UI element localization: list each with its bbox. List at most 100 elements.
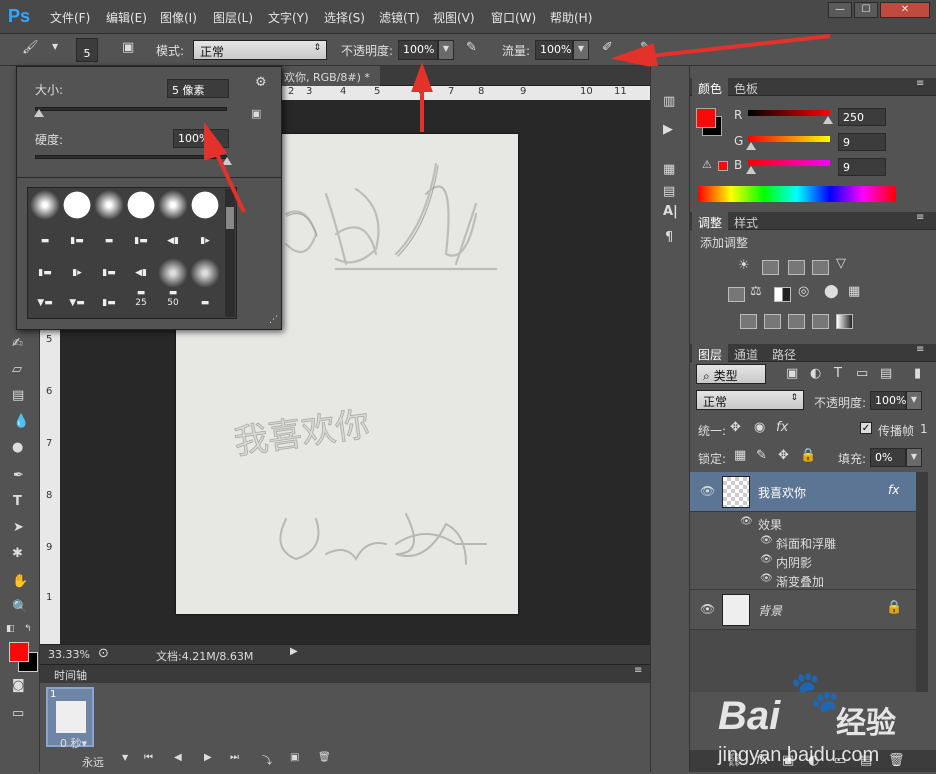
pressure-opacity-icon[interactable]: ✎ <box>466 40 477 55</box>
g-slider[interactable] <box>748 136 830 142</box>
flow-dropdown-icon[interactable]: ▼ <box>573 40 589 60</box>
r-input[interactable]: 250 <box>838 108 886 126</box>
resize-grip-icon[interactable]: ⋰ <box>269 315 278 325</box>
b-input[interactable]: 9 <box>838 158 886 176</box>
panel-menu-icon[interactable]: ≡ <box>916 344 924 355</box>
size-slider-thumb[interactable] <box>33 109 44 117</box>
swap-colors-icon[interactable]: ↰ <box>24 624 32 634</box>
document-tab[interactable]: 欢你, RGB/8#) * × <box>280 66 380 98</box>
zoom-icon[interactable]: 🔍 <box>12 600 28 615</box>
menu-filter[interactable]: 滤镜(T) <box>379 9 420 26</box>
layer-row-background[interactable]: 👁 背景 🔒 <box>690 590 916 630</box>
preset-bristle[interactable]: ▮▸ <box>62 258 92 288</box>
r-slider[interactable] <box>748 110 830 116</box>
filter-type-icon[interactable]: T <box>834 366 842 381</box>
brush-panel-toggle-icon[interactable]: ▣ <box>122 40 134 55</box>
delete-frame-icon[interactable]: 🗑 <box>318 752 331 763</box>
gamut-color-chip[interactable] <box>718 161 728 171</box>
layer-opacity-input[interactable]: 100% <box>870 391 906 410</box>
hand-icon[interactable]: ✋ <box>12 574 28 589</box>
history-brush-icon[interactable]: ✍ <box>12 336 23 351</box>
preset-bristle[interactable]: ▬ <box>30 226 60 256</box>
lock-pixels-icon[interactable]: ✎ <box>756 448 767 463</box>
maximize-button[interactable]: ☐ <box>854 2 878 18</box>
layer-name[interactable]: 背景 <box>758 602 782 619</box>
doc-info-icon[interactable]: ⊙ <box>98 646 109 661</box>
history-panel-icon[interactable]: ▥ <box>663 94 675 109</box>
menu-view[interactable]: 视图(V) <box>433 9 475 26</box>
frame-delay[interactable]: 0 秒▾ <box>60 735 87 751</box>
color-spectrum-bar[interactable] <box>698 186 896 202</box>
screen-mode-icon[interactable]: ▭ <box>12 706 24 721</box>
eye-icon[interactable]: 👁 <box>760 535 773 546</box>
gear-icon[interactable]: ⚙ <box>255 75 267 90</box>
eye-icon[interactable]: 👁 <box>760 573 773 584</box>
preset-bristle[interactable]: ▼▬ <box>30 290 60 318</box>
unify-style-icon[interactable]: fx <box>776 420 788 435</box>
menu-type[interactable]: 文字(Y) <box>268 9 309 26</box>
layer-opacity-dropdown-icon[interactable]: ▼ <box>906 391 922 410</box>
dodge-icon[interactable]: ● <box>12 440 23 455</box>
scrollbar-thumb[interactable] <box>226 207 234 229</box>
tab-layers[interactable]: 图层 <box>692 344 729 365</box>
preset-bristle[interactable]: ▮▬ <box>126 226 156 256</box>
hue-sat-icon[interactable] <box>728 287 745 302</box>
blend-mode-select[interactable]: 正常 ⇕ <box>696 390 804 410</box>
shape-icon[interactable]: ✱ <box>12 546 23 561</box>
zoom-level[interactable]: 33.33% <box>48 648 90 661</box>
preset-bristle[interactable]: ▮▸ <box>190 226 220 256</box>
flow-input[interactable]: 100% <box>535 40 573 60</box>
unify-position-icon[interactable]: ✥ <box>730 420 741 435</box>
vibrance-icon[interactable]: ▽ <box>836 256 846 271</box>
eye-icon[interactable]: 👁 <box>760 554 773 565</box>
tab-channels[interactable]: 通道 <box>728 344 764 365</box>
unify-visibility-icon[interactable]: ◉ <box>754 420 765 435</box>
lock-all-icon[interactable]: 🔒 <box>800 448 816 463</box>
airbrush-icon[interactable]: ✐ <box>602 40 613 55</box>
mode-select[interactable]: 正常 ⇕ <box>193 40 327 60</box>
brush-panel-icon[interactable]: ▦ <box>663 162 675 177</box>
propagate-checkbox[interactable]: ✓ <box>860 422 872 434</box>
size-input[interactable]: 5 像素 <box>167 79 229 98</box>
pen-icon[interactable]: ✒ <box>13 468 24 483</box>
posterize-icon[interactable] <box>764 314 781 329</box>
gradient-map-icon[interactable] <box>836 314 853 329</box>
panel-menu-icon[interactable]: ≡ <box>634 665 642 676</box>
eraser-icon[interactable]: ▱ <box>12 362 22 377</box>
preset-soft-round[interactable] <box>190 258 220 288</box>
prev-frame-icon[interactable]: ◀ <box>174 752 182 763</box>
layer-filter-select[interactable]: ⌕ 类型 <box>696 364 766 384</box>
character-panel-icon[interactable]: A| <box>663 204 678 219</box>
panel-menu-icon[interactable]: ≡ <box>916 78 924 89</box>
menu-file[interactable]: 文件(F) <box>50 9 90 26</box>
chevron-down-icon[interactable]: ▼ <box>122 753 128 762</box>
invert-icon[interactable] <box>740 314 757 329</box>
new-preset-icon[interactable]: ▣ <box>251 107 261 120</box>
preset-bristle[interactable]: ▮▬ <box>62 226 92 256</box>
fill-dropdown-icon[interactable]: ▼ <box>906 448 922 467</box>
duplicate-frame-icon[interactable]: ▣ <box>290 752 299 763</box>
close-button[interactable]: ✕ <box>880 2 930 18</box>
tab-swatches[interactable]: 色板 <box>728 78 764 99</box>
preset-soft-round[interactable] <box>158 190 188 220</box>
layer-row-text[interactable]: 👁 我喜欢你 fx <box>690 472 916 512</box>
b-slider[interactable] <box>748 160 830 166</box>
status-menu-arrow-icon[interactable]: ▶ <box>290 646 298 657</box>
size-slider[interactable] <box>35 107 227 111</box>
filter-shape-icon[interactable]: ▭ <box>856 366 868 381</box>
preset-bristle[interactable]: ▮▬ <box>30 258 60 288</box>
photo-filter-icon[interactable]: ◎ <box>798 284 809 299</box>
brush-tool-icon[interactable]: 🖌 <box>22 40 39 55</box>
tween-icon[interactable]: ⤵ <box>262 752 272 767</box>
filter-toggle-icon[interactable]: ▮ <box>914 366 921 381</box>
levels-icon[interactable] <box>762 260 779 275</box>
next-frame-icon[interactable]: ⏭ <box>230 752 239 763</box>
r-slider-thumb[interactable] <box>823 116 834 124</box>
blur-icon[interactable]: 💧 <box>13 414 29 429</box>
color-lookup-icon[interactable]: ▦ <box>848 284 860 299</box>
exposure-icon[interactable] <box>812 260 829 275</box>
filter-smart-icon[interactable]: ▤ <box>880 366 892 381</box>
brightness-icon[interactable]: ☀ <box>738 258 750 273</box>
hardness-slider[interactable] <box>35 155 227 159</box>
first-frame-icon[interactable]: ⏮ <box>144 752 153 763</box>
